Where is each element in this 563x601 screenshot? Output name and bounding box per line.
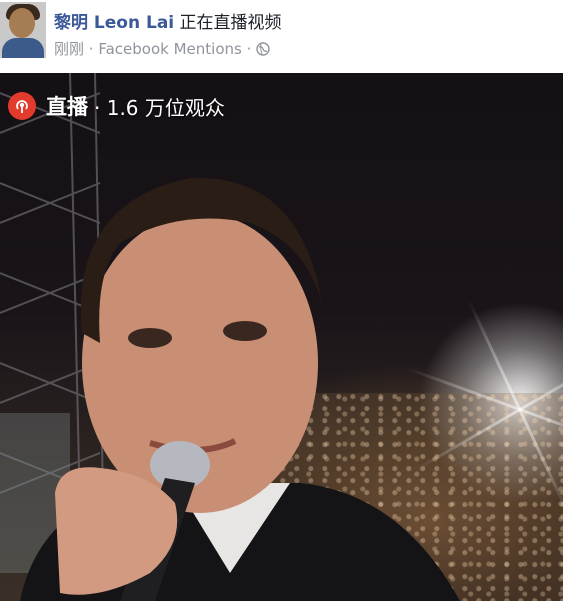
meta-separator: ·	[246, 40, 252, 58]
post-source[interactable]: Facebook Mentions	[98, 40, 241, 58]
meta-separator: ·	[88, 40, 94, 58]
author-avatar[interactable]	[0, 2, 46, 58]
live-label: 直播	[46, 95, 88, 119]
performer-selfie	[20, 177, 460, 601]
avatar-shoulders	[2, 38, 44, 58]
live-broadcast-icon	[8, 92, 36, 120]
post-timestamp[interactable]: 刚刚	[54, 40, 84, 58]
post-meta-line: 刚刚 · Facebook Mentions ·	[54, 38, 270, 59]
post-action-text: 正在直播视频	[179, 13, 282, 33]
author-name-link[interactable]: 黎明 Leon Lai	[54, 13, 174, 33]
viewer-count: · 1.6 万位观众	[94, 95, 225, 120]
globe-icon[interactable]	[256, 42, 270, 56]
post-header: 黎明 Leon Lai 正在直播视频 刚刚 · Facebook Mention…	[0, 0, 563, 73]
avatar-face	[9, 8, 35, 38]
post-title-line: 黎明 Leon Lai 正在直播视频	[54, 8, 282, 33]
live-indicator-bar: 直播 · 1.6 万位观众	[8, 91, 225, 121]
live-video-player[interactable]: 直播 · 1.6 万位观众	[0, 73, 563, 601]
